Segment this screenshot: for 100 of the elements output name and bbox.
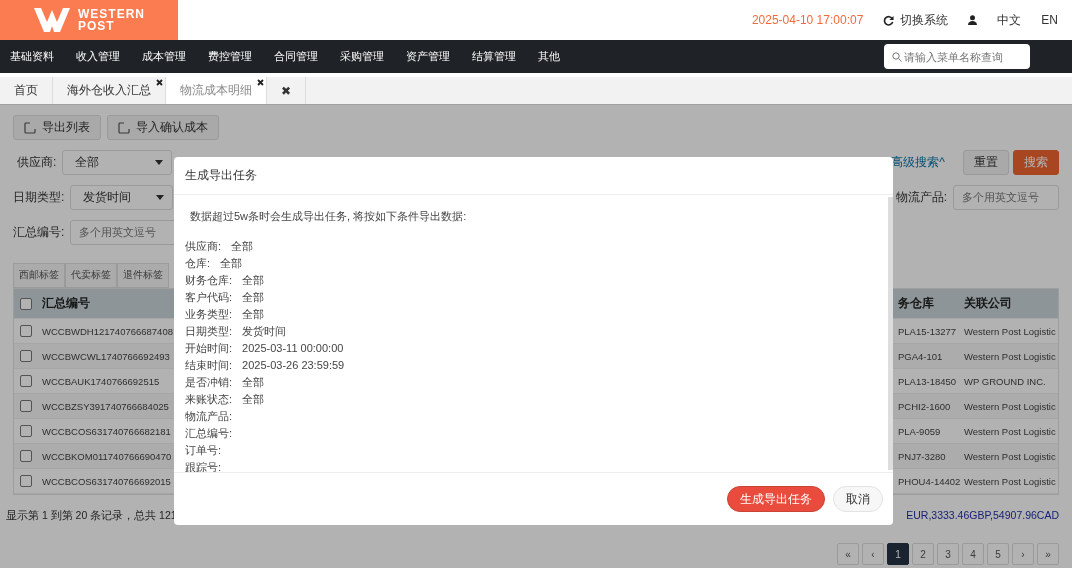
label-tab[interactable]: 西邮标签 bbox=[13, 263, 65, 288]
condition-label: 仓库: bbox=[185, 256, 211, 271]
condition-label: 是否冲销: bbox=[185, 375, 233, 390]
nav-item[interactable]: 成本管理 bbox=[142, 49, 186, 64]
close-icon[interactable] bbox=[156, 79, 163, 86]
condition-label: 日期类型: bbox=[185, 324, 233, 339]
condition-value: 全部 bbox=[242, 307, 265, 322]
close-icon[interactable] bbox=[257, 79, 264, 86]
checkbox[interactable] bbox=[20, 400, 32, 412]
switch-system-link[interactable]: 切换系统 bbox=[900, 11, 949, 29]
user-icon[interactable] bbox=[968, 15, 978, 25]
page-button[interactable]: 4 bbox=[962, 543, 984, 565]
logo-text: WESTERN bbox=[78, 8, 145, 20]
nav-item[interactable]: 其他 bbox=[538, 49, 560, 64]
nav-item[interactable]: 基础资料 bbox=[10, 49, 54, 64]
condition-label: 物流产品: bbox=[185, 409, 233, 424]
caret-icon bbox=[156, 194, 165, 200]
supplier-select[interactable]: 全部 bbox=[62, 149, 173, 175]
table-cell: WCCBWDH121740766687408 bbox=[42, 325, 173, 337]
language-link[interactable]: 中文 bbox=[997, 11, 1022, 29]
scrollbar[interactable] bbox=[888, 197, 893, 470]
filter-label: 日期类型: bbox=[13, 188, 65, 206]
filter-label: 物流产品: bbox=[895, 188, 947, 206]
condition-value: 全部 bbox=[242, 392, 265, 407]
condition-value: 全部 bbox=[231, 239, 254, 254]
cancel-button[interactable]: 取消 bbox=[833, 486, 883, 512]
table-cell: PLA13-18450 bbox=[898, 375, 957, 387]
table-cell: PLA15-13277 bbox=[898, 325, 957, 337]
condition-label: 跟踪号: bbox=[185, 460, 222, 472]
checkbox[interactable] bbox=[20, 325, 32, 337]
filter-label: 汇总编号: bbox=[13, 223, 65, 241]
condition-value: 2025-03-11 00:00:00 bbox=[242, 341, 344, 356]
condition-label: 订单号: bbox=[185, 443, 222, 458]
nav-item[interactable]: 收入管理 bbox=[76, 49, 120, 64]
toolbar-button[interactable]: 导出列表 bbox=[13, 115, 101, 140]
column-header: 务仓库 bbox=[898, 295, 934, 312]
menu-search-field[interactable]: 请输入菜单名称查询 bbox=[884, 44, 1030, 69]
page-button[interactable]: 1 bbox=[887, 543, 909, 565]
condition-label: 供应商: bbox=[185, 239, 222, 254]
condition-value: 全部 bbox=[242, 375, 265, 390]
table-cell: WP GROUND INC. bbox=[964, 375, 1046, 387]
logo-text: POST bbox=[78, 20, 116, 32]
table-cell: PHOU4-14402 bbox=[898, 475, 961, 487]
checkbox[interactable] bbox=[20, 450, 32, 462]
page-button[interactable]: ‹ bbox=[862, 543, 884, 565]
language-link[interactable]: EN bbox=[1041, 13, 1058, 27]
date-type-select[interactable]: 发货时间 bbox=[70, 184, 174, 210]
table-cell: Western Post Logistic bbox=[964, 425, 1056, 437]
dialog-message: 数据超过5w条时会生成导出任务, 将按如下条件导出数据: bbox=[190, 209, 468, 224]
table-cell: WCCBCOS631740766692015 bbox=[42, 475, 171, 487]
table-cell: WCCBKOM011740766690470 bbox=[42, 450, 172, 462]
condition-label: 客户代码: bbox=[185, 290, 233, 305]
condition-label: 来账状态: bbox=[185, 392, 233, 407]
page-tab[interactable]: 物流成本明细 bbox=[166, 77, 267, 104]
datetime: 2025-04-10 17:00:07 bbox=[751, 13, 864, 27]
checkbox[interactable] bbox=[20, 297, 32, 310]
checkbox[interactable] bbox=[20, 425, 32, 437]
reset-button[interactable]: 重置 bbox=[963, 149, 1009, 175]
logistics-product-field[interactable]: 多个用英文逗号 bbox=[953, 184, 1059, 210]
label-tab[interactable]: 代卖标签 bbox=[65, 263, 117, 288]
page-button[interactable]: › bbox=[1012, 543, 1034, 565]
condition-label: 财务仓库: bbox=[185, 273, 233, 288]
generate-task-button[interactable]: 生成导出任务 bbox=[727, 486, 825, 512]
filter-label: 供应商: bbox=[17, 153, 57, 171]
caret-icon bbox=[155, 159, 164, 165]
page-button[interactable]: 2 bbox=[912, 543, 934, 565]
nav-item[interactable]: 结算管理 bbox=[472, 49, 516, 64]
nav-item[interactable]: 采购管理 bbox=[340, 49, 384, 64]
table-cell: Western Post Logistic bbox=[964, 400, 1056, 412]
logo-icon bbox=[34, 8, 70, 32]
table-cell: PLA-9059 bbox=[898, 425, 941, 437]
table-cell: PNJ7-3280 bbox=[898, 450, 946, 462]
condition-value: 2025-03-26 23:59:59 bbox=[242, 358, 345, 373]
nav-item[interactable]: 资产管理 bbox=[406, 49, 450, 64]
table-cell: WCCBAUK1740766692515 bbox=[42, 375, 160, 387]
table-cell: WCCBWCWL1740766692493 bbox=[42, 350, 170, 362]
dialog-title: 生成导出任务 bbox=[174, 157, 893, 195]
table-cell: Western Post Logistic bbox=[964, 475, 1056, 487]
column-header: 关联公司 bbox=[964, 295, 1012, 312]
column-header: 汇总编号 bbox=[42, 295, 90, 312]
checkbox[interactable] bbox=[20, 375, 32, 387]
page-button[interactable]: 3 bbox=[937, 543, 959, 565]
condition-value: 全部 bbox=[242, 290, 265, 305]
table-cell: PGA4-101 bbox=[898, 350, 943, 362]
condition-label: 开始时间: bbox=[185, 341, 233, 356]
table-cell: Western Post Logistic bbox=[964, 325, 1056, 337]
refresh-icon[interactable] bbox=[883, 14, 895, 26]
page-button[interactable]: » bbox=[1037, 543, 1059, 565]
condition-value: 发货时间 bbox=[242, 324, 287, 339]
table-cell: WCCBZSY391740766684025 bbox=[42, 400, 169, 412]
toolbar-button[interactable]: 导入确认成本 bbox=[107, 115, 219, 140]
page-button[interactable]: 5 bbox=[987, 543, 1009, 565]
table-cell: Western Post Logistic bbox=[964, 450, 1056, 462]
checkbox[interactable] bbox=[20, 350, 32, 362]
label-tab[interactable]: 退件标签 bbox=[117, 263, 169, 288]
nav-item[interactable]: 合同管理 bbox=[274, 49, 318, 64]
totals-text: EUR,3333.46GBP,54907.96CAD bbox=[906, 509, 1059, 523]
checkbox[interactable] bbox=[20, 475, 32, 487]
nav-item[interactable]: 费控管理 bbox=[208, 49, 252, 64]
page-button[interactable]: « bbox=[837, 543, 859, 565]
